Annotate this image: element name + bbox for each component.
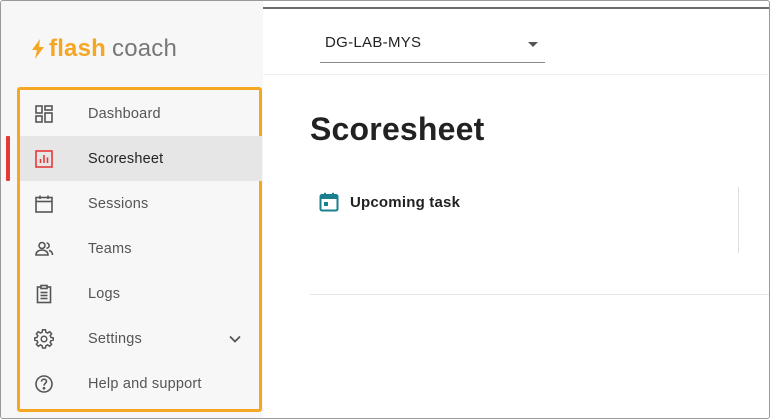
sidebar: flash coach Dashboard Scoresheet Session… <box>1 1 263 418</box>
sidebar-item-teams[interactable]: Teams <box>20 226 262 271</box>
sidebar-item-label: Settings <box>88 330 142 347</box>
caret-down-icon <box>528 42 538 47</box>
upcoming-task-header: Upcoming task <box>319 192 460 212</box>
sidebar-item-label: Logs <box>88 285 121 302</box>
sidebar-item-label: Help and support <box>88 375 202 392</box>
brand-logo[interactable]: flash coach <box>31 34 177 64</box>
brand-name-coach: coach <box>112 35 178 62</box>
location-select[interactable]: DG-LAB-MYS <box>320 31 545 63</box>
help-circle-icon <box>33 373 55 395</box>
sidebar-item-dashboard[interactable]: Dashboard <box>20 91 262 136</box>
top-bar: DG-LAB-MYS <box>263 9 769 75</box>
clipboard-icon <box>33 283 55 305</box>
sidebar-nav: Dashboard Scoresheet Sessions Teams Logs… <box>17 87 262 412</box>
upcoming-task-label: Upcoming task <box>350 193 461 211</box>
sidebar-item-label: Sessions <box>88 195 149 212</box>
app-window: flash coach Dashboard Scoresheet Session… <box>0 0 770 419</box>
calendar-icon <box>319 192 339 212</box>
bar-chart-icon <box>33 148 55 170</box>
lightning-bolt-icon <box>32 39 44 59</box>
sidebar-item-label: Dashboard <box>88 105 161 122</box>
sidebar-item-settings[interactable]: Settings <box>20 316 262 361</box>
calendar-icon <box>33 193 55 215</box>
brand-name-flash: flash <box>49 35 107 62</box>
people-icon <box>33 238 55 260</box>
sidebar-item-sessions[interactable]: Sessions <box>20 181 262 226</box>
gear-icon <box>33 328 55 350</box>
sidebar-item-logs[interactable]: Logs <box>20 271 262 316</box>
active-indicator <box>6 136 10 181</box>
sidebar-item-label: Teams <box>88 240 132 257</box>
sidebar-item-label: Scoresheet <box>88 150 164 167</box>
sidebar-item-help-and-support[interactable]: Help and support <box>20 361 262 406</box>
page-title: Scoresheet <box>310 111 485 147</box>
dashboard-grid-icon <box>33 103 55 125</box>
location-select-value: DG-LAB-MYS <box>325 34 422 51</box>
chevron-down-icon[interactable] <box>227 331 243 347</box>
content-divider-vertical <box>738 187 739 253</box>
sidebar-item-scoresheet[interactable]: Scoresheet <box>20 136 262 181</box>
content-divider-horizontal <box>310 294 769 295</box>
